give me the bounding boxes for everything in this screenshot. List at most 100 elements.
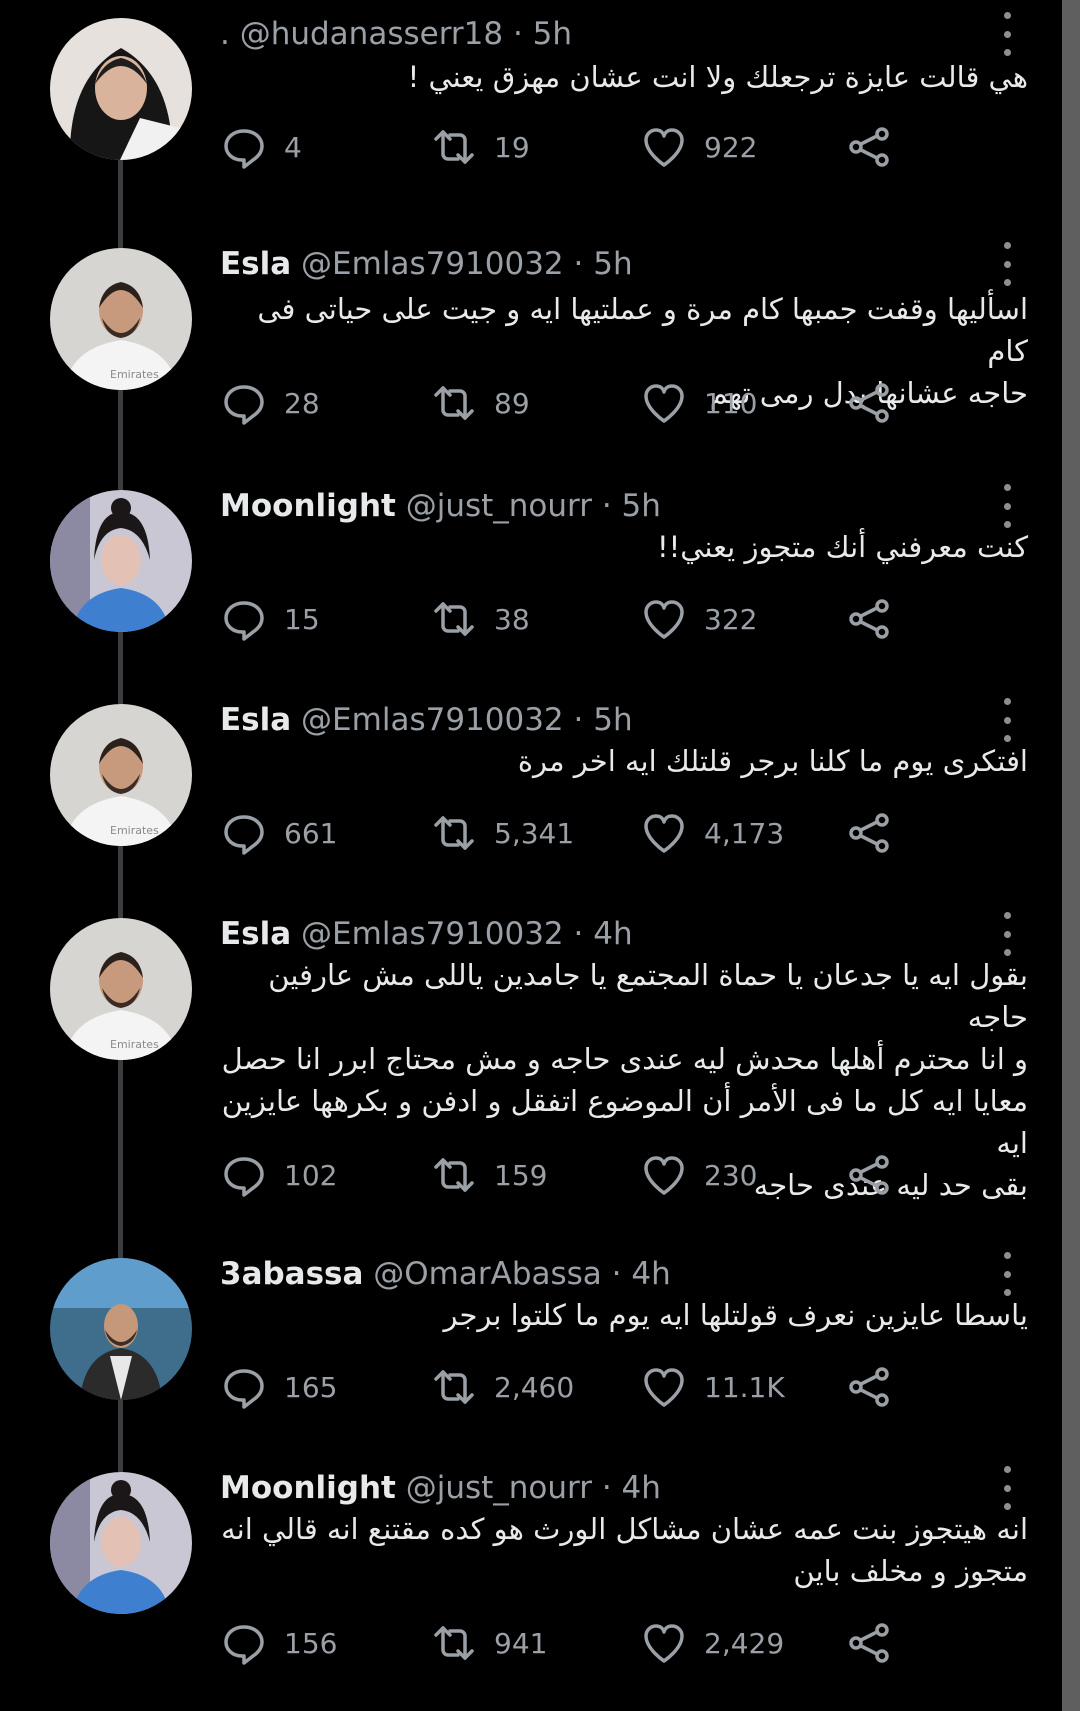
share-button[interactable] [845,1148,909,1202]
timestamp[interactable]: · 4h [612,1256,671,1292]
display-name[interactable]: Esla [220,916,291,952]
like-count: 922 [704,130,758,164]
like-button[interactable]: 2,429 [640,1616,784,1670]
username[interactable]: @Emlas7910032 [301,916,564,952]
avatar[interactable] [50,490,192,632]
tweet[interactable]: . @hudanasserr18 · 5h هي قالت عايزة ترجع… [0,0,1062,228]
tweet[interactable]: Moonlight @just_nourr · 4h انه هيتجوز بن… [0,1466,1062,1711]
share-button[interactable] [845,376,909,430]
share-icon [849,599,889,639]
retweet-count: 19 [494,130,530,164]
like-button[interactable]: 110 [640,376,757,430]
timestamp[interactable]: · 4h [602,1470,661,1506]
retweet-button[interactable]: 941 [430,1616,547,1670]
retweet-button[interactable]: 159 [430,1148,547,1202]
tweet[interactable]: Moonlight @just_nourr · 5h كنت معرفني أن… [0,484,1062,698]
more-options-icon[interactable] [995,912,1019,956]
reply-button[interactable]: 15 [220,592,320,646]
username[interactable]: . @hudanasserr18 [220,16,503,52]
username[interactable]: @just_nourr [406,488,592,524]
reply-count: 28 [284,386,320,420]
avatar[interactable]: Emirates [50,704,192,846]
more-options-icon[interactable] [995,12,1019,56]
tweet[interactable]: Emirates Esla @Emlas7910032 · 4h بقول اي… [0,912,1062,1252]
retweet-button[interactable]: 38 [430,592,530,646]
tweet-header: . @hudanasserr18 · 5h [220,14,572,54]
like-count: 2,429 [704,1626,785,1660]
avatar[interactable]: Emirates [50,918,192,1060]
reply-icon [224,129,264,169]
tweet[interactable]: Emirates Esla @Emlas7910032 · 5h افتكرى … [0,698,1062,912]
timestamp[interactable]: · 5h [513,16,572,52]
reply-button[interactable]: 102 [220,1148,337,1202]
reply-button[interactable]: 661 [220,806,337,860]
tweet-header: Esla @Emlas7910032 · 4h [220,914,633,954]
like-button[interactable]: 922 [640,120,757,174]
tweet-header: Moonlight @just_nourr · 4h [220,1468,661,1508]
heart-icon [644,814,684,853]
action-bar: 102 159 230 [220,1148,920,1202]
action-bar: 661 5,341 4,173 [220,806,920,860]
timestamp[interactable]: · 5h [602,488,661,524]
reply-button[interactable]: 28 [220,376,320,430]
retweet-icon [434,816,474,850]
reply-count: 15 [284,602,320,636]
retweet-count: 941 [494,1626,548,1660]
retweet-button[interactable]: 5,341 [430,806,574,860]
username[interactable]: @Emlas7910032 [301,246,564,282]
svg-text:Emirates: Emirates [110,1038,159,1051]
heart-icon [644,384,684,423]
thread-line [118,1400,123,1466]
like-button[interactable]: 11.1K [640,1360,785,1414]
username[interactable]: @OmarAbassa [373,1256,602,1292]
avatar[interactable] [50,1472,192,1614]
more-options-icon[interactable] [995,1252,1019,1296]
tweet-header: Moonlight @just_nourr · 5h [220,486,661,526]
more-options-icon[interactable] [995,242,1019,286]
more-options-icon[interactable] [995,698,1019,742]
reply-button[interactable]: 4 [220,120,302,174]
share-button[interactable] [845,1616,909,1670]
display-name[interactable]: Esla [220,702,291,738]
more-options-icon[interactable] [995,484,1019,528]
display-name[interactable]: 3abassa [220,1256,363,1292]
timestamp[interactable]: · 4h [574,916,633,952]
reply-button[interactable]: 156 [220,1616,337,1670]
tweet-text: هي قالت عايزة ترجعلك ولا انت عشان مهزق ي… [407,60,1028,94]
share-button[interactable] [845,1360,909,1414]
like-button[interactable]: 4,173 [640,806,784,860]
tweet-header: Esla @Emlas7910032 · 5h [220,700,633,740]
reply-button[interactable]: 165 [220,1360,337,1414]
heart-icon [644,128,684,167]
username[interactable]: @Emlas7910032 [301,702,564,738]
retweet-count: 5,341 [494,816,575,850]
share-icon [849,1155,889,1195]
more-options-icon[interactable] [995,1466,1019,1510]
avatar[interactable] [50,18,192,160]
display-name[interactable]: Esla [220,246,291,282]
retweet-icon [434,1626,474,1660]
display-name[interactable]: Moonlight [220,1470,396,1506]
like-button[interactable]: 322 [640,592,757,646]
timestamp[interactable]: · 5h [574,702,633,738]
like-count: 230 [704,1158,758,1192]
like-button[interactable]: 230 [640,1148,757,1202]
reply-count: 165 [284,1370,338,1404]
display-name[interactable]: Moonlight [220,488,396,524]
avatar[interactable] [50,1258,192,1400]
share-button[interactable] [845,806,909,860]
username[interactable]: @just_nourr [406,1470,592,1506]
tweet[interactable]: Emirates Esla @Emlas7910032 · 5h اسأليها… [0,228,1062,484]
share-button[interactable] [845,592,909,646]
action-bar: 28 89 110 [220,376,920,430]
svg-text:Emirates: Emirates [110,368,159,381]
timestamp[interactable]: · 5h [574,246,633,282]
retweet-count: 38 [494,602,530,636]
retweet-button[interactable]: 2,460 [430,1360,574,1414]
share-button[interactable] [845,120,909,174]
tweet[interactable]: 3abassa @OmarAbassa · 4h ياسطا عايزين نع… [0,1252,1062,1466]
retweet-button[interactable]: 89 [430,376,530,430]
retweet-button[interactable]: 19 [430,120,530,174]
avatar[interactable]: Emirates [50,248,192,390]
reply-count: 4 [284,130,302,164]
